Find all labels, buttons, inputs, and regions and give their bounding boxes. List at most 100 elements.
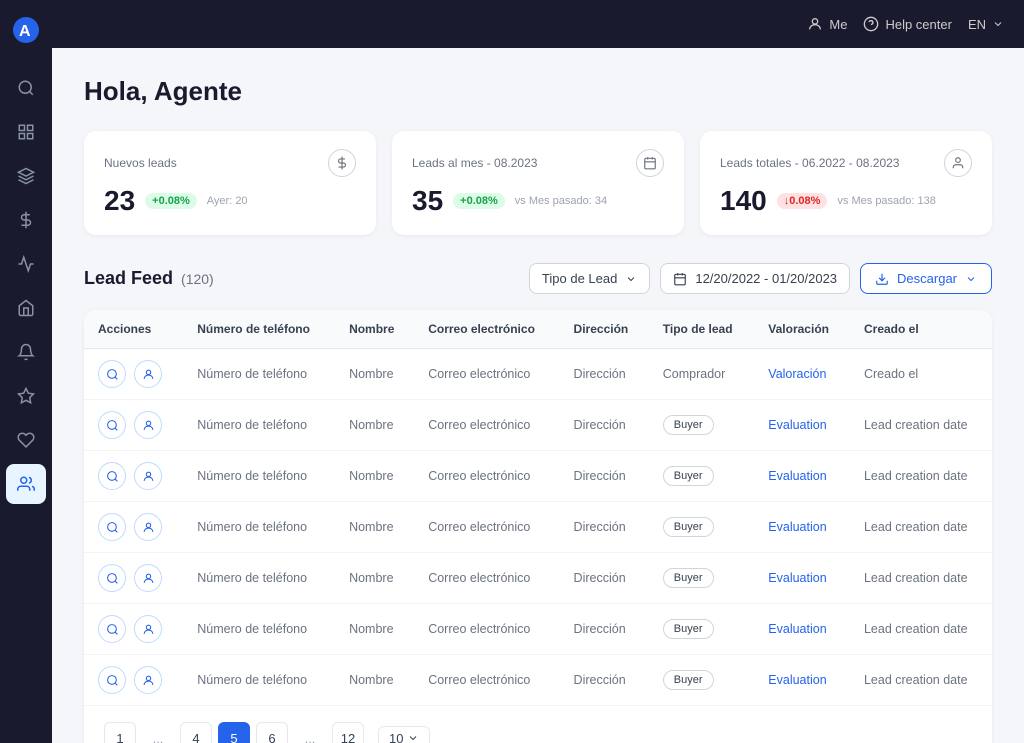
search-lead-2[interactable] — [98, 462, 126, 490]
cell-name-3: Nombre — [335, 502, 414, 553]
sidebar-item-dashboard[interactable] — [6, 112, 46, 152]
sidebar-item-favorites[interactable] — [6, 376, 46, 416]
cell-valuation-3[interactable]: Evaluation — [754, 502, 850, 553]
view-lead-0[interactable] — [134, 360, 162, 388]
view-lead-5[interactable] — [134, 615, 162, 643]
cell-actions-0 — [84, 349, 183, 400]
sidebar-item-analytics[interactable] — [6, 244, 46, 284]
col-acciones: Acciones — [84, 310, 183, 349]
cell-valuation-4[interactable]: Evaluation — [754, 553, 850, 604]
valuation-link-6[interactable]: Evaluation — [768, 673, 826, 687]
cell-created-2: Lead creation date — [850, 451, 992, 502]
table-row: Número de teléfonoNombreCorreo electróni… — [84, 604, 992, 655]
valuation-link-3[interactable]: Evaluation — [768, 520, 826, 534]
search-lead-0[interactable] — [98, 360, 126, 388]
sidebar-item-leads[interactable] — [6, 464, 46, 504]
cell-phone-2: Número de teléfono — [183, 451, 335, 502]
date-range-filter[interactable]: 12/20/2022 - 01/20/2023 — [660, 263, 850, 294]
table-row: Número de teléfonoNombreCorreo electróni… — [84, 655, 992, 706]
page-btn-1[interactable]: 1 — [104, 722, 136, 743]
tipo-badge-6: Buyer — [663, 670, 714, 690]
view-lead-4[interactable] — [134, 564, 162, 592]
cell-email-2: Correo electrónico — [414, 451, 559, 502]
leads-table-container: Acciones Número de teléfono Nombre Corre… — [84, 310, 992, 743]
tipo-badge-2: Buyer — [663, 466, 714, 486]
per-page-selector[interactable]: 10 — [378, 726, 430, 743]
view-lead-1[interactable] — [134, 411, 162, 439]
stat-value-0: 23 — [104, 185, 135, 217]
page-ellipsis-2: ... — [294, 722, 326, 743]
cell-type-4: Buyer — [649, 553, 755, 604]
feed-title: Lead Feed — [84, 268, 173, 289]
page-btn-6[interactable]: 6 — [256, 722, 288, 743]
col-telefono: Número de teléfono — [183, 310, 335, 349]
cell-email-6: Correo electrónico — [414, 655, 559, 706]
sidebar-item-home[interactable] — [6, 288, 46, 328]
app-logo: A — [8, 12, 44, 48]
lang-label: EN — [968, 17, 986, 32]
valuation-link-5[interactable]: Evaluation — [768, 622, 826, 636]
tipo-badge-4: Buyer — [663, 568, 714, 588]
page-ellipsis-1: ... — [142, 722, 174, 743]
cell-phone-4: Número de teléfono — [183, 553, 335, 604]
language-selector[interactable]: EN — [968, 17, 1004, 32]
stat-sub-2: vs Mes pasado: 138 — [837, 195, 935, 207]
view-lead-6[interactable] — [134, 666, 162, 694]
stat-card-leads-totales: Leads totales - 06.2022 - 08.2023 140 ↓0… — [700, 131, 992, 235]
cell-type-1: Buyer — [649, 400, 755, 451]
cell-valuation-5[interactable]: Evaluation — [754, 604, 850, 655]
cell-name-5: Nombre — [335, 604, 414, 655]
stat-icon-1 — [636, 149, 664, 177]
cell-name-1: Nombre — [335, 400, 414, 451]
search-lead-5[interactable] — [98, 615, 126, 643]
sidebar-item-search[interactable] — [6, 68, 46, 108]
cell-phone-0: Número de teléfono — [183, 349, 335, 400]
tipo-lead-filter[interactable]: Tipo de Lead — [529, 263, 650, 294]
search-lead-3[interactable] — [98, 513, 126, 541]
tipo-badge-3: Buyer — [663, 517, 714, 537]
user-menu[interactable]: Me — [807, 16, 847, 32]
page-btn-4[interactable]: 4 — [180, 722, 212, 743]
valuation-link-1[interactable]: Evaluation — [768, 418, 826, 432]
sidebar-item-notifications[interactable] — [6, 332, 46, 372]
cell-address-2: Dirección — [560, 451, 649, 502]
page-btn-5[interactable]: 5 — [218, 722, 250, 743]
action-icons-3 — [98, 513, 169, 541]
valuation-link-0[interactable]: Valoración — [768, 367, 826, 381]
cell-phone-5: Número de teléfono — [183, 604, 335, 655]
pagination: 1 ... 4 5 6 ... 12 10 — [84, 705, 992, 743]
cell-email-1: Correo electrónico — [414, 400, 559, 451]
tipo-lead-label: Tipo de Lead — [542, 271, 617, 286]
valuation-link-4[interactable]: Evaluation — [768, 571, 826, 585]
cell-name-4: Nombre — [335, 553, 414, 604]
sidebar-item-finance[interactable] — [6, 200, 46, 240]
cell-valuation-6[interactable]: Evaluation — [754, 655, 850, 706]
help-label: Help center — [885, 17, 951, 32]
sidebar-item-deals[interactable] — [6, 420, 46, 460]
cell-phone-6: Número de teléfono — [183, 655, 335, 706]
stat-card-nuevos-leads: Nuevos leads 23 +0.08% Ayer: 20 — [84, 131, 376, 235]
cell-name-2: Nombre — [335, 451, 414, 502]
valuation-link-2[interactable]: Evaluation — [768, 469, 826, 483]
cell-phone-1: Número de teléfono — [183, 400, 335, 451]
cell-type-3: Buyer — [649, 502, 755, 553]
sidebar-item-layers[interactable] — [6, 156, 46, 196]
sidebar: A — [0, 0, 52, 743]
stat-badge-1: +0.08% — [453, 193, 505, 209]
view-lead-2[interactable] — [134, 462, 162, 490]
search-lead-4[interactable] — [98, 564, 126, 592]
cell-valuation-1[interactable]: Evaluation — [754, 400, 850, 451]
cell-actions-2 — [84, 451, 183, 502]
stat-sub-0: Ayer: 20 — [207, 195, 248, 207]
download-button[interactable]: Descargar — [860, 263, 992, 294]
cell-created-3: Lead creation date — [850, 502, 992, 553]
cell-created-4: Lead creation date — [850, 553, 992, 604]
view-lead-3[interactable] — [134, 513, 162, 541]
page-btn-12[interactable]: 12 — [332, 722, 364, 743]
search-lead-6[interactable] — [98, 666, 126, 694]
stat-label-2: Leads totales - 06.2022 - 08.2023 — [720, 156, 899, 170]
help-link[interactable]: Help center — [863, 16, 951, 32]
cell-valuation-2[interactable]: Evaluation — [754, 451, 850, 502]
search-lead-1[interactable] — [98, 411, 126, 439]
page-title: Hola, Agente — [84, 76, 992, 107]
